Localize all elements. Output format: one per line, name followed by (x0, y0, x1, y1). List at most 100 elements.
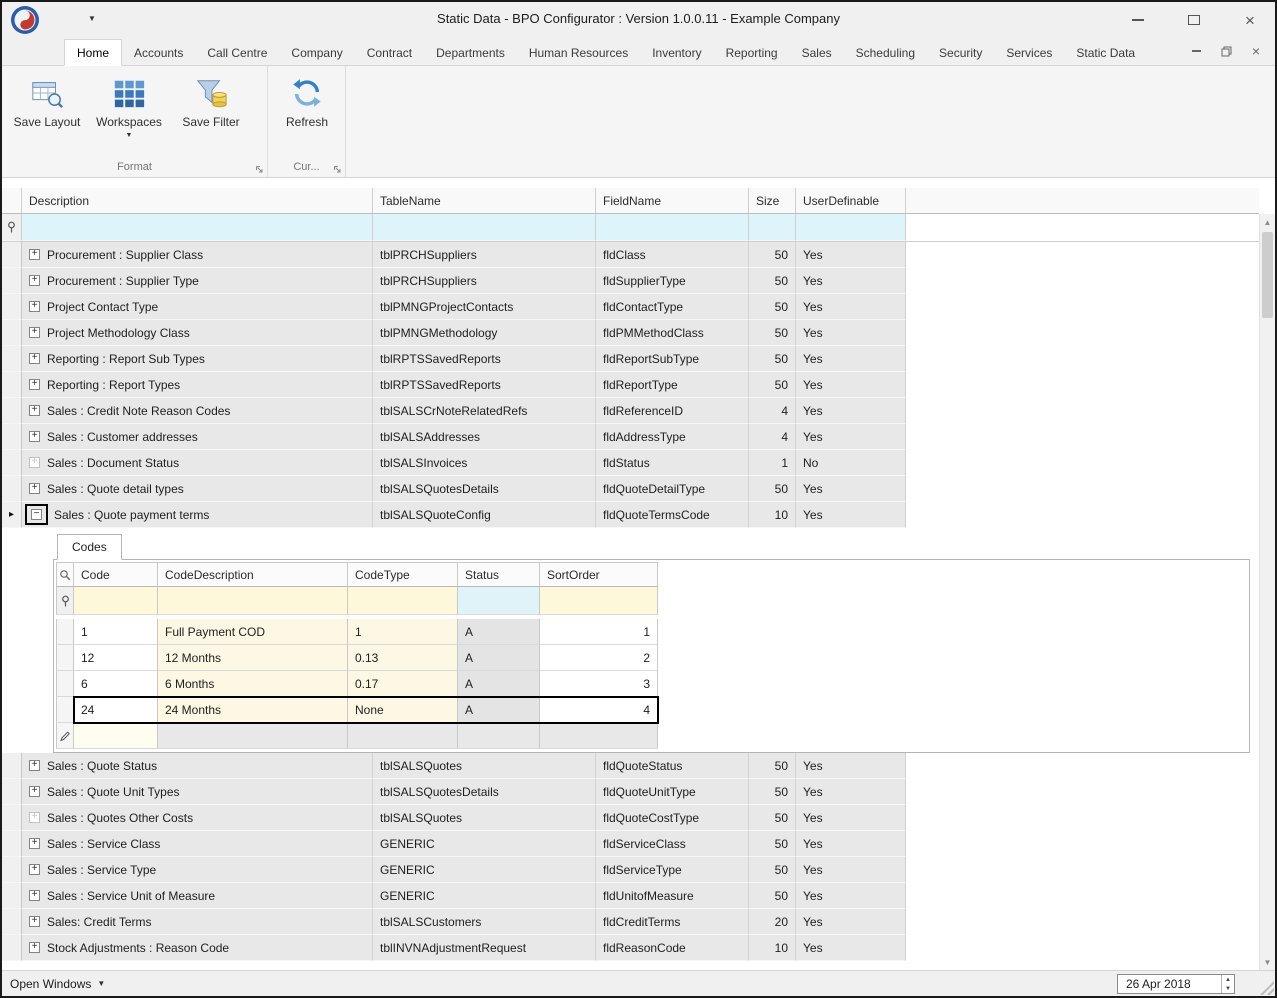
expand-icon[interactable] (29, 864, 40, 875)
date-picker[interactable]: 26 Apr 2018 ▲ ▼ (1117, 974, 1235, 994)
expand-icon[interactable] (29, 483, 40, 494)
ribbon-tab[interactable]: Home (64, 39, 122, 66)
scroll-down-icon[interactable]: ▼ (1260, 954, 1275, 970)
table-row[interactable]: Sales : Quotes Other Costs tblSALSQuotes… (2, 805, 1259, 831)
expand-icon[interactable] (29, 379, 40, 390)
codes-filter-input-code[interactable] (74, 587, 158, 615)
ribbon-tab[interactable]: Accounts (122, 40, 195, 65)
vertical-scrollbar[interactable]: ▲ ▼ (1259, 214, 1275, 970)
table-row[interactable]: Reporting : Report Types tblRPTSSavedRep… (2, 372, 1259, 398)
codes-column-header-sortorder[interactable]: SortOrder (540, 562, 658, 587)
column-header-tablename[interactable]: TableName (373, 188, 596, 213)
expand-icon[interactable] (29, 275, 40, 286)
ribbon-tab[interactable]: Sales (790, 40, 844, 65)
column-header-size[interactable]: Size (749, 188, 796, 213)
spin-down-icon[interactable]: ▼ (1222, 984, 1234, 993)
dialog-launcher-icon[interactable] (255, 165, 264, 174)
codes-filter-input-sortorder[interactable] (540, 587, 658, 615)
table-row[interactable]: Procurement : Supplier Class tblPRCHSupp… (2, 242, 1259, 268)
ribbon-tab[interactable]: Human Resources (517, 40, 640, 65)
new-status-cell[interactable] (458, 723, 540, 749)
new-code-cell[interactable] (74, 723, 158, 749)
ribbon-tab[interactable]: Inventory (640, 40, 713, 65)
ribbon-tab[interactable]: Contract (355, 40, 424, 65)
spin-up-icon[interactable]: ▲ (1222, 975, 1234, 984)
codes-filter-input-codedescription[interactable] (158, 587, 348, 615)
table-row[interactable]: Sales : Service Unit of Measure GENERIC … (2, 883, 1259, 909)
table-row[interactable]: Sales : Quote detail types tblSALSQuotes… (2, 476, 1259, 502)
dialog-launcher-icon[interactable] (333, 165, 342, 174)
expand-icon[interactable] (29, 353, 40, 364)
table-row[interactable]: Sales : Document Status tblSALSInvoices … (2, 450, 1259, 476)
ribbon-tab[interactable]: Reporting (714, 40, 790, 65)
expand-icon[interactable] (29, 838, 40, 849)
table-row[interactable]: Stock Adjustments : Reason Code tblINVNA… (2, 935, 1259, 961)
codes-column-header-codedescription[interactable]: CodeDescription (158, 562, 348, 587)
codes-column-header-code[interactable]: Code (74, 562, 158, 587)
codes-column-header-codetype[interactable]: CodeType (348, 562, 458, 587)
workspaces-button[interactable]: Workspaces ▼ (88, 70, 170, 139)
collapse-icon[interactable] (31, 509, 42, 520)
table-row[interactable]: Project Methodology Class tblPMNGMethodo… (2, 320, 1259, 346)
refresh-button[interactable]: Refresh (272, 70, 342, 129)
expand-icon[interactable] (29, 942, 40, 953)
codes-row[interactable]: 1 Full Payment COD 1 A 1 (56, 619, 660, 645)
new-codetype-cell[interactable] (348, 723, 458, 749)
column-header-userdefinable[interactable]: UserDefinable (796, 188, 906, 213)
mdi-restore-button[interactable] (1219, 44, 1233, 58)
minimize-button[interactable] (1127, 9, 1149, 31)
ribbon-tab[interactable]: Security (927, 40, 994, 65)
expand-icon[interactable] (29, 760, 40, 771)
table-row[interactable]: Sales : Customer addresses tblSALSAddres… (2, 424, 1259, 450)
scrollbar-thumb[interactable] (1262, 232, 1273, 318)
filter-input-userdefinable[interactable] (796, 214, 906, 241)
table-row[interactable]: Procurement : Supplier Type tblPRCHSuppl… (2, 268, 1259, 294)
filter-input-size[interactable] (749, 214, 796, 241)
ribbon-tab[interactable]: Services (994, 40, 1064, 65)
maximize-button[interactable] (1183, 9, 1205, 31)
table-row[interactable]: Sales : Quote Unit Types tblSALSQuotesDe… (2, 779, 1259, 805)
quick-access-dropdown-icon[interactable]: ▼ (88, 14, 96, 23)
column-header-fieldname[interactable]: FieldName (596, 188, 749, 213)
column-header-description[interactable]: Description (22, 188, 373, 213)
expand-icon[interactable] (29, 327, 40, 338)
scroll-up-icon[interactable]: ▲ (1260, 214, 1275, 230)
resize-grip[interactable] (1260, 981, 1274, 995)
expand-icon[interactable] (29, 431, 40, 442)
ribbon-tab[interactable]: Departments (424, 40, 517, 65)
expand-icon[interactable] (29, 457, 40, 468)
filter-input-fieldname[interactable] (596, 214, 749, 241)
codes-row[interactable]: 24 24 Months None A 4 (56, 697, 660, 723)
table-row-expanded[interactable]: ▸ Sales : Quote payment terms tblSALSQuo… (2, 502, 1259, 528)
close-button[interactable]: × (1239, 9, 1261, 31)
table-row[interactable]: Sales : Credit Note Reason Codes tblSALS… (2, 398, 1259, 424)
expand-icon[interactable] (29, 890, 40, 901)
table-row[interactable]: Sales : Quote Status tblSALSQuotes fldQu… (2, 753, 1259, 779)
new-sortorder-cell[interactable] (540, 723, 658, 749)
expand-icon[interactable] (29, 916, 40, 927)
expand-icon[interactable] (29, 301, 40, 312)
filter-input-description[interactable] (22, 214, 373, 241)
new-codedescription-cell[interactable] (158, 723, 348, 749)
expand-icon[interactable] (29, 812, 40, 823)
table-row[interactable]: Sales : Service Class GENERIC fldService… (2, 831, 1259, 857)
table-row[interactable]: Sales : Service Type GENERIC fldServiceT… (2, 857, 1259, 883)
codes-column-header-status[interactable]: Status (458, 562, 540, 587)
codes-row[interactable]: 12 12 Months 0.13 A 2 (56, 645, 660, 671)
codes-new-row[interactable] (56, 723, 660, 749)
table-row[interactable]: Reporting : Report Sub Types tblRPTSSave… (2, 346, 1259, 372)
ribbon-tab[interactable]: Company (279, 40, 354, 65)
expand-icon[interactable] (29, 249, 40, 260)
search-icon[interactable] (59, 569, 71, 581)
table-row[interactable]: Sales: Credit Terms tblSALSCustomers fld… (2, 909, 1259, 935)
codes-filter-input-status[interactable] (458, 587, 540, 615)
table-row[interactable]: Project Contact Type tblPMNGProjectConta… (2, 294, 1259, 320)
app-logo-icon[interactable] (10, 5, 40, 35)
codes-row[interactable]: 6 6 Months 0.17 A 3 (56, 671, 660, 697)
ribbon-tab[interactable]: Call Centre (195, 40, 279, 65)
mdi-minimize-button[interactable] (1189, 44, 1203, 58)
expand-icon[interactable] (29, 405, 40, 416)
ribbon-tab[interactable]: Static Data (1064, 40, 1147, 65)
save-layout-button[interactable]: Save Layout (6, 70, 88, 129)
save-filter-button[interactable]: Save Filter (170, 70, 252, 129)
